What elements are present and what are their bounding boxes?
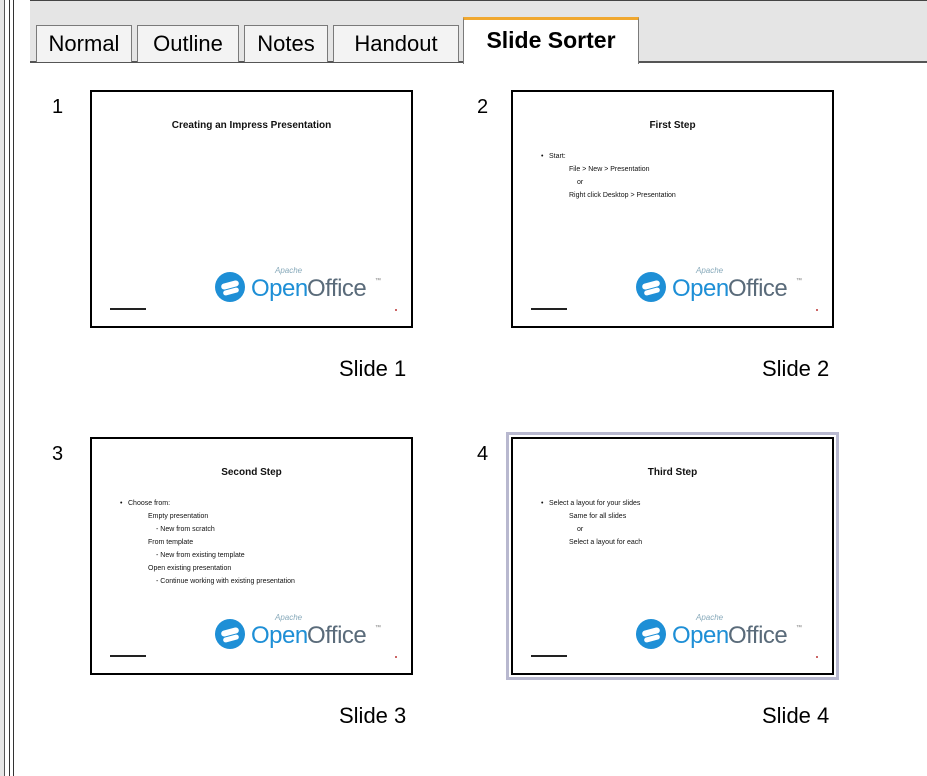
logo-tm-text: ™ — [375, 278, 381, 284]
slide-bullet-line: - Continue working with existing present… — [156, 578, 295, 585]
logo-office-text: Office — [307, 622, 367, 649]
slide-footer — [110, 655, 146, 657]
logo-open-text: Open — [672, 275, 729, 302]
slide-thumbnail[interactable]: First Step Start: File > New > Presentati… — [511, 90, 834, 328]
tab-slide-sorter[interactable]: Slide Sorter — [463, 17, 639, 64]
logo-office-text: Office — [728, 622, 788, 649]
slide-bullet-line: - New from scratch — [156, 526, 215, 533]
slide-footer — [531, 655, 567, 657]
slide-bullet-line: Same for all slides — [569, 513, 627, 520]
slide-title: Creating an Impress Presentation — [171, 120, 332, 131]
slide-bullet-line: Open existing presentation — [148, 565, 232, 572]
slide-body: Start: File > New > Presentation or Right c… — [541, 150, 676, 202]
slide-number: 3 — [52, 443, 64, 465]
slide-bullet-line: Select a layout for each — [569, 539, 643, 546]
slide-number: 4 — [477, 443, 489, 465]
slide-title: Third Step — [647, 467, 698, 478]
openoffice-gull-icon — [215, 619, 245, 649]
slide-bullet-line: or — [577, 179, 584, 186]
slide-bullet-line: Select a layout for your slides — [541, 497, 642, 510]
slide-name-label: Slide 2 — [762, 356, 830, 381]
window-border — [9, 0, 10, 776]
openoffice-logo: Apache Open Office ™ — [215, 613, 385, 653]
slide-thumbnail[interactable]: Second Step Choose from: Empty presentati… — [90, 437, 413, 675]
logo-office-text: Office — [728, 275, 788, 302]
logo-apache-text: Apache — [275, 613, 303, 622]
slide-bullet-line: Choose from: — [120, 497, 295, 510]
slide-title: First Step — [649, 120, 696, 131]
openoffice-logo: Apache Open Office ™ — [636, 266, 806, 306]
logo-tm-text: ™ — [796, 625, 802, 631]
openoffice-gull-icon — [636, 272, 666, 302]
slide-name-label: Slide 4 — [762, 703, 830, 728]
slide-name-label: Slide 1 — [339, 356, 407, 381]
slide-bullet-line: From template — [148, 539, 194, 546]
slide-body: Select a layout for your slides Same for … — [541, 497, 642, 549]
slide-body: Choose from: Empty presentation - New from… — [120, 497, 295, 588]
openoffice-gull-icon — [636, 619, 666, 649]
logo-apache-text: Apache — [696, 266, 724, 275]
slide-name-label: Slide 3 — [339, 703, 407, 728]
logo-apache-text: Apache — [275, 266, 303, 275]
window-margin — [14, 0, 28, 776]
openoffice-gull-icon — [215, 272, 245, 302]
slide-bullet-line: - New from existing template — [156, 552, 245, 559]
slide-number: 1 — [52, 96, 64, 118]
tab-normal[interactable]: Normal — [36, 25, 132, 62]
logo-office-text: Office — [307, 275, 367, 302]
slide-thumbnail[interactable]: Creating an Impress Presentation Apache … — [90, 90, 413, 328]
slide-bullet-line: or — [577, 526, 584, 533]
slide-page-mark — [395, 309, 397, 311]
logo-open-text: Open — [251, 622, 308, 649]
slide-title: Second Step — [221, 467, 282, 478]
logo-open-text: Open — [672, 622, 729, 649]
slide-page-mark — [816, 656, 818, 658]
tab-outline[interactable]: Outline — [137, 25, 239, 62]
slide-number: 2 — [477, 96, 489, 118]
openoffice-logo: Apache Open Office ™ — [636, 613, 806, 653]
slide-bullet-line: Right click Desktop > Presentation — [569, 192, 676, 199]
slide-bullet-line: Start: — [541, 150, 676, 163]
slide-page-mark — [395, 656, 397, 658]
logo-tm-text: ™ — [375, 625, 381, 631]
slide-footer — [110, 308, 146, 310]
slide-bullet-line: Empty presentation — [148, 513, 209, 520]
logo-tm-text: ™ — [796, 278, 802, 284]
tab-notes[interactable]: Notes — [244, 25, 328, 62]
view-tab-bar: Normal Outline Notes Handout Slide Sorte… — [30, 0, 927, 64]
logo-apache-text: Apache — [696, 613, 724, 622]
slide-bullet-line: File > New > Presentation — [569, 166, 650, 173]
openoffice-logo: Apache Open Office ™ — [215, 266, 385, 306]
slide-page-mark — [816, 309, 818, 311]
logo-open-text: Open — [251, 275, 308, 302]
window-frame — [0, 0, 5, 776]
tab-handout[interactable]: Handout — [333, 25, 459, 62]
slide-thumbnail-selected[interactable]: Third Step Select a layout for your slid… — [506, 432, 839, 680]
slide-footer — [531, 308, 567, 310]
